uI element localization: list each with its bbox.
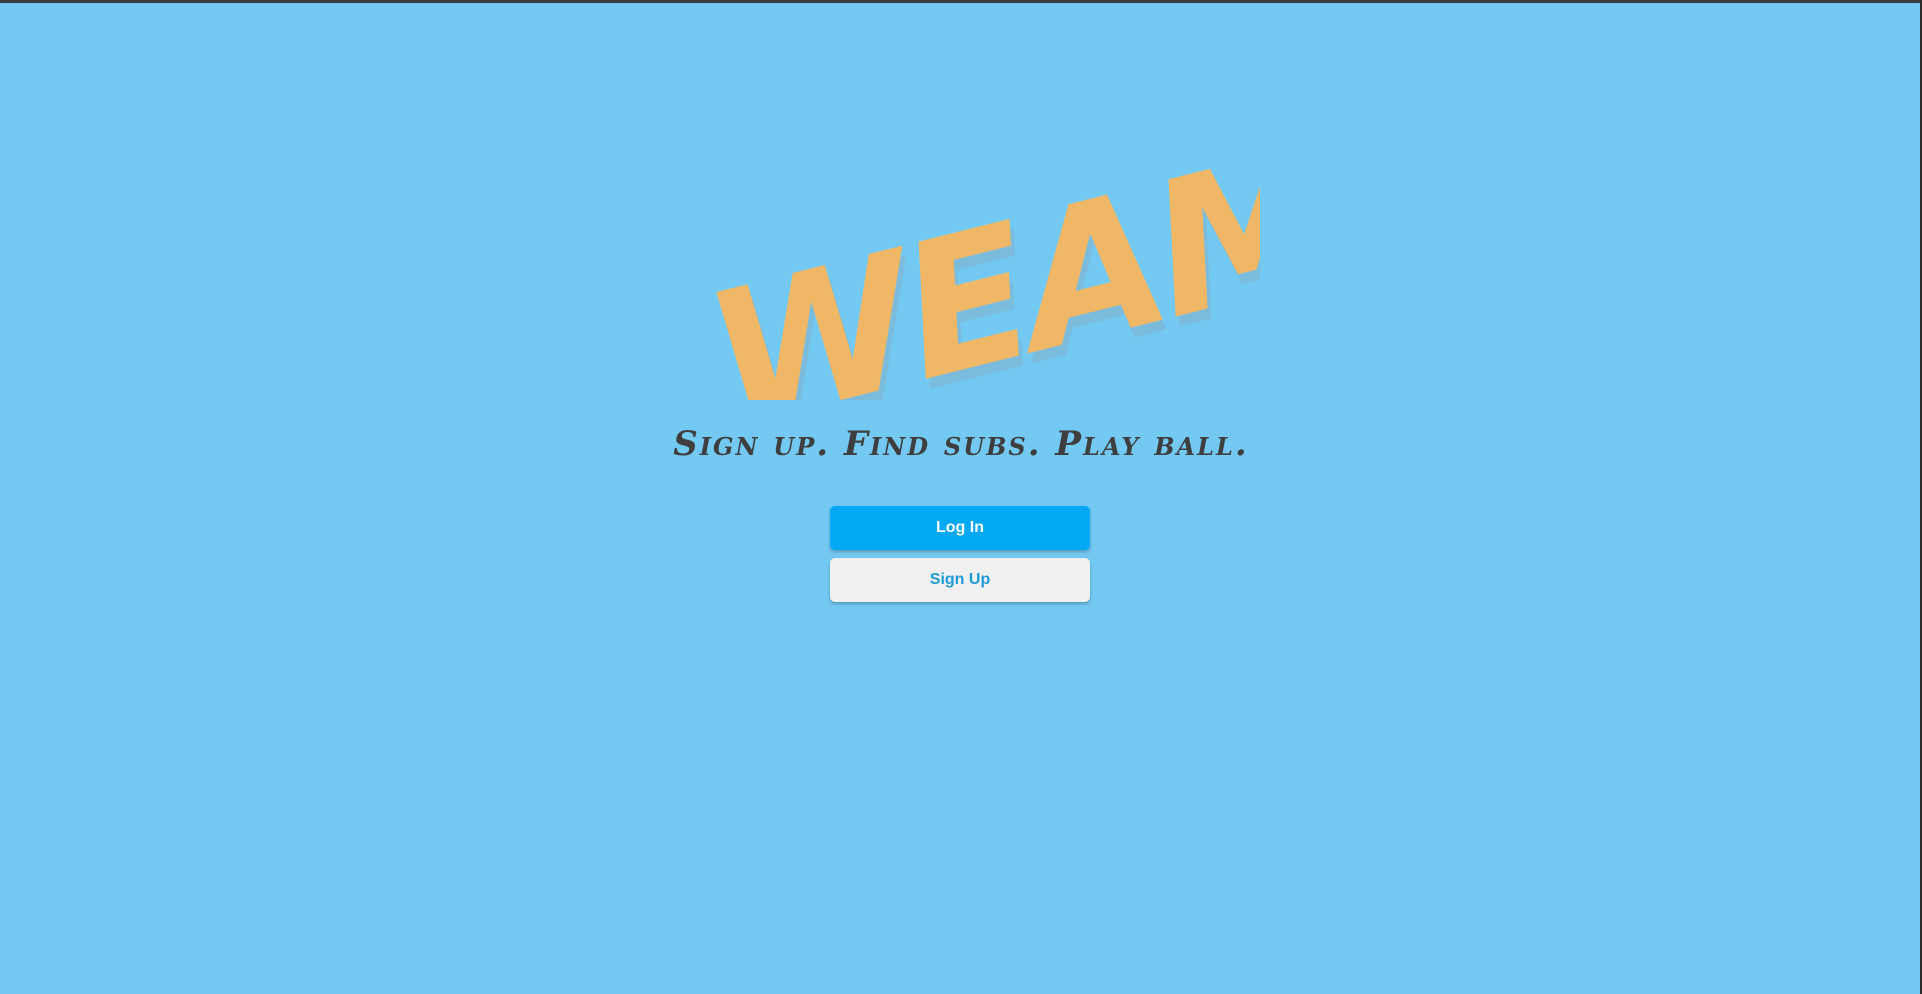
window-top-border xyxy=(0,0,1922,3)
signup-button[interactable]: Sign Up xyxy=(830,558,1090,602)
tagline: Sign up. Find subs. Play ball. xyxy=(673,424,1249,464)
login-button-label: Log In xyxy=(936,519,984,536)
login-button[interactable]: Log In xyxy=(830,506,1090,550)
weam-logo: WEAM WEAM xyxy=(680,107,1362,481)
signup-button-label: Sign Up xyxy=(929,571,991,588)
